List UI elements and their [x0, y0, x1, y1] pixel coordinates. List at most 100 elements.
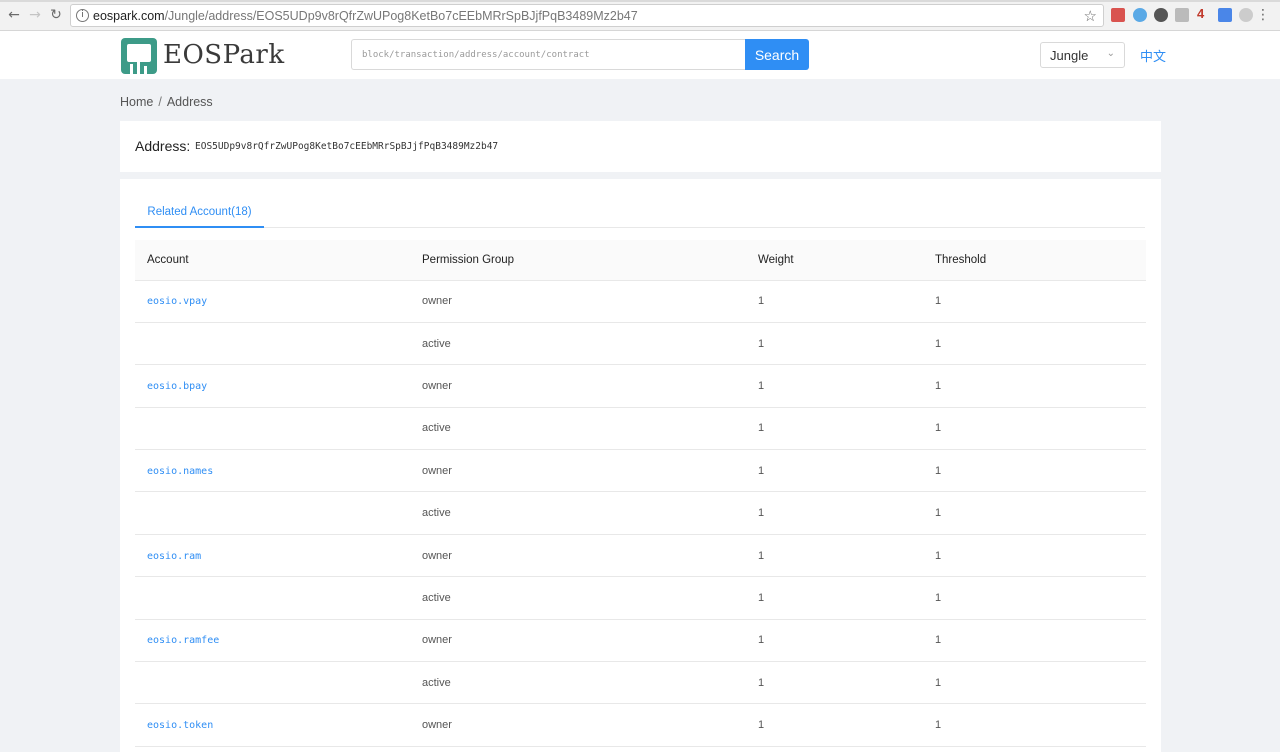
network-value: Jungle	[1050, 48, 1089, 63]
cell-permission: owner	[410, 703, 746, 747]
account-link[interactable]: eosio.ramfee	[147, 635, 219, 646]
logo-icon[interactable]	[121, 38, 157, 74]
cell-threshold: 1	[923, 280, 1146, 323]
table-row: active 1 1	[135, 322, 1146, 366]
logo-text[interactable]: EOSPark	[163, 40, 285, 70]
table-row: eosio.bpay owner 1 1	[135, 364, 1146, 408]
account-link[interactable]: eosio.token	[147, 720, 213, 731]
search-button[interactable]: Search	[745, 39, 809, 70]
cell-account: eosio.ramfee	[135, 619, 410, 663]
breadcrumb-separator: /	[158, 95, 162, 109]
table-row: active 1 1	[135, 576, 1146, 620]
extension-page-icon[interactable]	[1175, 8, 1189, 22]
cell-permission: owner	[410, 534, 746, 578]
table-row: eosio.vpay owner 1 1	[135, 280, 1146, 323]
info-icon[interactable]: i	[76, 9, 89, 22]
column-header-weight: Weight	[746, 240, 923, 281]
table-row: eosio.ram owner 1 1	[135, 534, 1146, 578]
cell-account: eosio.vpay	[135, 280, 410, 323]
cell-permission: active	[410, 576, 746, 620]
cell-weight: 1	[746, 322, 923, 366]
reload-icon[interactable]: ↻	[48, 7, 64, 23]
cell-threshold: 1	[923, 364, 1146, 408]
cell-account: eosio.names	[135, 449, 410, 493]
url-host: eospark.com	[93, 9, 165, 23]
back-icon[interactable]: ←	[6, 7, 22, 23]
cell-weight: 1	[746, 491, 923, 535]
cell-permission: active	[410, 491, 746, 535]
site-header: EOSPark Search Jungle ⌄ 中文	[0, 31, 1280, 79]
cell-weight: 1	[746, 534, 923, 578]
breadcrumb: Home / Address	[120, 95, 213, 109]
account-link[interactable]: eosio.vpay	[147, 296, 207, 307]
tab-strip	[0, 0, 1280, 2]
url-path: /Jungle/address/EOS5UDp9v8rQfrZwUPog8Ket…	[164, 9, 638, 23]
bookmark-star-icon[interactable]: ☆	[1084, 7, 1097, 25]
cell-weight: 1	[746, 364, 923, 408]
url-text[interactable]: eospark.com/Jungle/address/EOS5UDp9v8rQf…	[93, 9, 638, 23]
cell-weight: 1	[746, 619, 923, 663]
cell-permission: active	[410, 407, 746, 451]
cell-permission: owner	[410, 364, 746, 408]
chevron-down-icon: ⌄	[1106, 48, 1115, 59]
cell-weight: 1	[746, 576, 923, 620]
address-bar[interactable]: i eospark.com/Jungle/address/EOS5UDp9v8r…	[70, 4, 1104, 27]
table-row: eosio.ramfee owner 1 1	[135, 619, 1146, 663]
table-row: eosio.names owner 1 1	[135, 449, 1146, 493]
forward-icon[interactable]: →	[27, 7, 43, 23]
cell-weight: 1	[746, 280, 923, 323]
extension-badge-icon[interactable]: 4	[1197, 6, 1204, 21]
cell-threshold: 1	[923, 491, 1146, 535]
address-card: Address: EOS5UDp9v8rQfrZwUPog8KetBo7cEEb…	[120, 121, 1161, 172]
cell-weight: 1	[746, 703, 923, 747]
browser-toolbar: ← → ↻ i eospark.com/Jungle/address/EOS5U…	[0, 0, 1280, 31]
table-row: active 1 1	[135, 407, 1146, 451]
cell-permission: owner	[410, 619, 746, 663]
cell-account: eosio.ram	[135, 534, 410, 578]
cell-account	[135, 407, 410, 451]
table-row: active 1 1	[135, 491, 1146, 535]
extension-translate-icon[interactable]	[1218, 8, 1232, 22]
cell-threshold: 1	[923, 703, 1146, 747]
cell-account	[135, 576, 410, 620]
related-accounts-card: Related Account(18) Account Permission G…	[120, 179, 1161, 752]
cell-account: eosio.bpay	[135, 364, 410, 408]
related-accounts-table: Account Permission Group Weight Threshol…	[135, 240, 1146, 747]
account-link[interactable]: eosio.ram	[147, 551, 201, 562]
breadcrumb-home[interactable]: Home	[120, 95, 153, 109]
extension-cloud-icon[interactable]	[1239, 8, 1253, 22]
network-select[interactable]: Jungle ⌄	[1040, 42, 1125, 68]
cell-threshold: 1	[923, 619, 1146, 663]
browser-menu-icon[interactable]: ⋮	[1256, 7, 1270, 23]
cell-threshold: 1	[923, 576, 1146, 620]
cell-weight: 1	[746, 407, 923, 451]
extension-blue-icon[interactable]	[1133, 8, 1147, 22]
cell-weight: 1	[746, 661, 923, 705]
cell-account	[135, 491, 410, 535]
column-header-threshold: Threshold	[923, 240, 1146, 281]
search-input[interactable]	[351, 39, 746, 70]
cell-account	[135, 661, 410, 705]
cell-threshold: 1	[923, 322, 1146, 366]
address-value: EOS5UDp9v8rQfrZwUPog8KetBo7cEEbMRrSpBJjf…	[195, 141, 499, 152]
account-link[interactable]: eosio.names	[147, 466, 213, 477]
cell-threshold: 1	[923, 407, 1146, 451]
address-label: Address:	[135, 138, 191, 154]
column-header-permission: Permission Group	[410, 240, 746, 281]
table-row: eosio.token owner 1 1	[135, 703, 1146, 747]
extension-evernote-icon[interactable]	[1154, 8, 1168, 22]
cell-permission: active	[410, 322, 746, 366]
cell-threshold: 1	[923, 449, 1146, 493]
language-switch-link[interactable]: 中文	[1140, 46, 1166, 65]
tab-related-account[interactable]: Related Account(18)	[135, 179, 264, 228]
cell-permission: owner	[410, 280, 746, 323]
column-header-account: Account	[135, 240, 410, 281]
cell-account	[135, 322, 410, 366]
extension-red-icon[interactable]	[1111, 8, 1125, 22]
cell-permission: owner	[410, 449, 746, 493]
tab-bar: Related Account(18)	[135, 179, 1145, 228]
cell-weight: 1	[746, 449, 923, 493]
cell-permission: active	[410, 661, 746, 705]
account-link[interactable]: eosio.bpay	[147, 381, 207, 392]
cell-threshold: 1	[923, 661, 1146, 705]
